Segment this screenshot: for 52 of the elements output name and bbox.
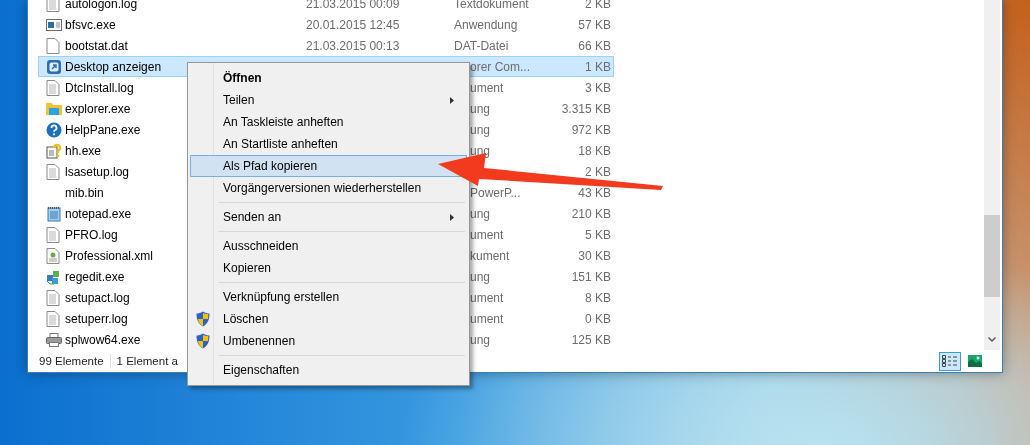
file-size: 30 KB xyxy=(578,248,611,263)
file-name: lsasetup.log xyxy=(65,164,130,179)
file-size: 43 KB xyxy=(578,185,611,200)
file-size: 2 KB xyxy=(585,164,611,179)
file-size: 3.315 KB xyxy=(561,101,611,116)
file-type: ung xyxy=(470,122,491,137)
file-size: 66 KB xyxy=(578,38,611,53)
file-size: 210 KB xyxy=(571,206,611,221)
file-type: ung xyxy=(470,206,491,221)
file-size: 2 KB xyxy=(585,0,611,11)
file-size: 0 KB xyxy=(585,311,611,326)
file-size: 1 KB xyxy=(585,59,611,74)
file-size: 5 KB xyxy=(585,227,611,242)
file-type: kument xyxy=(470,248,510,263)
file-size: 151 KB xyxy=(571,269,611,284)
file-size: 57 KB xyxy=(578,17,611,32)
file-type: ument xyxy=(470,80,504,95)
file-name: regedit.exe xyxy=(65,269,125,284)
file-name: setupact.log xyxy=(65,290,130,305)
file-name: Professional.xml xyxy=(65,248,154,263)
file-name: explorer.exe xyxy=(65,101,131,116)
file-name: splwow64.exe xyxy=(65,332,141,347)
file-date: 21.03.2015 00:09 xyxy=(306,0,400,11)
file-name: PFRO.log xyxy=(65,227,118,242)
file-name: Desktop anzeigen xyxy=(65,59,162,74)
file-name: bfsvc.exe xyxy=(65,17,116,32)
file-type: orer Com... xyxy=(470,59,530,74)
file-name: notepad.exe xyxy=(65,206,132,221)
file-size: 972 KB xyxy=(571,122,611,137)
file-size: 8 KB xyxy=(585,290,611,305)
file-name: DtcInstall.log xyxy=(65,80,134,95)
file-type: ung xyxy=(470,269,491,284)
file-type: ument xyxy=(470,227,504,242)
file-type: PowerP... xyxy=(470,185,521,200)
file-type: ument xyxy=(470,311,504,326)
file-size: 3 KB xyxy=(585,80,611,95)
selection-info: 1 Element a xyxy=(116,355,178,367)
file-type: DAT-Datei xyxy=(454,38,509,53)
file-type: ung xyxy=(470,143,491,158)
file-type: ung xyxy=(470,101,491,116)
file-type: Anwendung xyxy=(454,17,518,32)
file-name: hh.exe xyxy=(65,143,102,158)
file-date: 20.01.2015 12:45 xyxy=(306,17,400,32)
file-name: HelpPane.exe xyxy=(65,122,141,137)
file-size: 125 KB xyxy=(571,332,611,347)
file-type: ument xyxy=(470,290,504,305)
file-date: 21.03.2015 00:13 xyxy=(306,38,400,53)
item-count: 99 Elemente xyxy=(39,355,104,367)
file-size: 18 KB xyxy=(578,143,611,158)
file-name: bootstat.dat xyxy=(65,38,128,53)
file-name: setuperr.log xyxy=(65,311,128,326)
file-type: ung xyxy=(470,332,491,347)
